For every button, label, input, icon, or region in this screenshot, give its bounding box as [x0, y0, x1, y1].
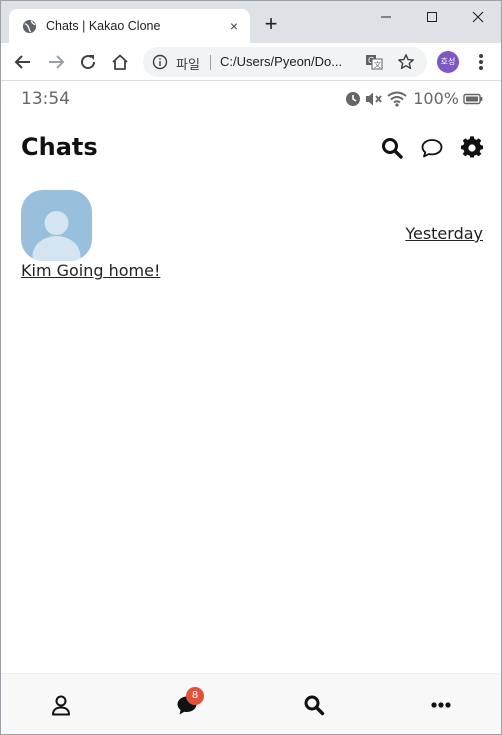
address-bar[interactable]: 파일 C:/Users/Pyeon/Do... G文 [143, 47, 427, 77]
close-icon [472, 11, 484, 23]
svg-text:文: 文 [374, 60, 381, 69]
reload-icon [81, 55, 96, 70]
bottom-tab-bar: 8 [1, 673, 501, 734]
tab-friends[interactable] [48, 692, 74, 718]
address-divider [210, 55, 211, 70]
mute-icon [366, 92, 382, 105]
battery-icon [463, 93, 483, 104]
translate-icon[interactable]: G文 [365, 53, 383, 71]
chat-preview-link[interactable]: Kim Going home! [21, 261, 160, 280]
address-url[interactable]: C:/Users/Pyeon/Do... [220, 54, 342, 69]
tab-more[interactable] [428, 692, 454, 718]
maximize-button[interactable] [409, 1, 455, 33]
tab-close-icon[interactable]: × [225, 17, 243, 35]
user-icon [52, 695, 70, 716]
search-icon [304, 695, 325, 716]
tab-search[interactable] [301, 692, 327, 718]
more-icon [431, 702, 451, 708]
window-close-button[interactable] [455, 1, 501, 33]
reload-button[interactable] [77, 51, 99, 73]
browser-toolbar: 파일 C:/Users/Pyeon/Do... G文 호성 [1, 43, 501, 81]
globe-icon [22, 19, 37, 34]
status-time: 13:54 [21, 89, 70, 109]
status-icons: 100% [345, 89, 483, 108]
minimize-icon [381, 16, 391, 18]
chat-timestamp[interactable]: Yesterday [405, 224, 483, 243]
browser-tab[interactable]: Chats | Kakao Clone × [9, 9, 250, 43]
unread-badge: 8 [186, 687, 204, 705]
status-bar: 13:54 100% [1, 81, 501, 117]
search-icon[interactable] [380, 136, 404, 160]
clock-icon [346, 91, 361, 106]
minimize-button[interactable] [363, 1, 409, 33]
page-title: Chats [21, 133, 98, 161]
home-button[interactable] [109, 51, 131, 73]
browser-menu-icon[interactable] [471, 51, 491, 73]
default-avatar-icon [32, 211, 81, 261]
home-icon [112, 54, 128, 70]
forward-button[interactable] [45, 51, 67, 73]
back-button[interactable] [12, 51, 34, 73]
address-scheme-label: 파일 [176, 57, 200, 72]
chats-header: Chats [1, 129, 501, 169]
battery-percentage: 100% [413, 89, 459, 108]
arrow-left-icon [14, 55, 30, 69]
wifi-icon [387, 91, 407, 107]
bookmark-star-icon[interactable] [397, 53, 415, 71]
browser-tab-strip: Chats | Kakao Clone × + [1, 1, 501, 43]
new-chat-bubble-icon[interactable] [420, 136, 444, 160]
profile-avatar[interactable]: 호성 [437, 51, 459, 73]
chat-list-item[interactable]: Yesterday Kim Going home! [21, 190, 483, 282]
new-tab-button[interactable]: + [260, 13, 282, 36]
avatar [21, 190, 92, 261]
info-icon[interactable] [152, 54, 168, 70]
tab-title: Chats | Kakao Clone [46, 19, 161, 33]
gear-icon[interactable] [460, 136, 484, 160]
maximize-icon [427, 12, 437, 22]
arrow-right-icon [49, 55, 65, 69]
